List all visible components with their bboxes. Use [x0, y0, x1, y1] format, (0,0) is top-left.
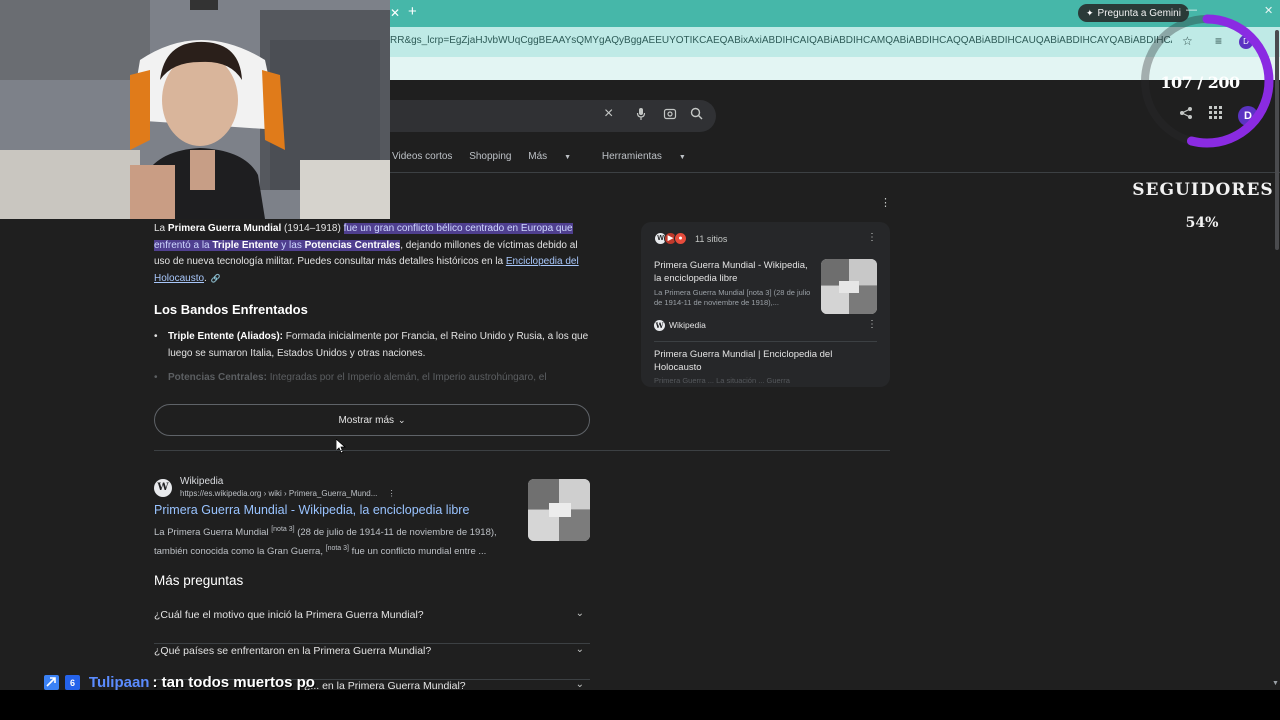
- footnote: [nota 3]: [325, 544, 349, 552]
- chevron-down-icon: ⌄: [575, 679, 584, 690]
- section-title: Los Bandos Enfrentados: [154, 302, 308, 317]
- hl-bold-1: Triple Entente: [212, 239, 279, 251]
- filter-short-videos[interactable]: Videos cortos: [392, 151, 452, 162]
- bullet-bold: Triple Entente (Aliados):: [168, 331, 284, 342]
- chat-username: Tulipaan: [88, 674, 150, 692]
- link-icon[interactable]: 🔗: [211, 271, 221, 288]
- mic-icon[interactable]: [636, 107, 646, 124]
- source-title[interactable]: Primera Guerra Mundial | Enciclopedia de…: [654, 348, 854, 374]
- webcam-overlay: [0, 0, 390, 219]
- intro-years: (1914–1918): [281, 223, 344, 234]
- more-questions-title: Más preguntas: [154, 573, 244, 588]
- bottom-bar: [0, 690, 1280, 720]
- followers-counter: 107 / 200: [1160, 73, 1240, 92]
- bullet-dot: •: [154, 331, 158, 342]
- source-thumbnail[interactable]: [821, 259, 877, 314]
- question-item[interactable]: ¿Cuál fue el motivo que inició la Primer…: [154, 608, 590, 644]
- source-site-name: Wikipedia: [669, 320, 706, 330]
- hl-bold-2: Potencias Centrales: [304, 239, 401, 251]
- show-more-button[interactable]: Mostrar más ⌄: [154, 404, 590, 436]
- followers-label: SEGUIDORES: [1132, 180, 1274, 200]
- result-title-link[interactable]: Primera Guerra Mundial - Wikipedia, la e…: [154, 503, 469, 517]
- site-icon: ●: [674, 232, 687, 245]
- wikipedia-icon: W: [154, 479, 172, 497]
- result-url[interactable]: https://es.wikipedia.org › wiki › Primer…: [180, 489, 396, 498]
- ai-overview-intro: La Primera Guerra Mundial (1914–1918) fu…: [154, 221, 584, 287]
- footnote: [nota 3]: [271, 526, 295, 533]
- search-icon[interactable]: [690, 107, 703, 123]
- chevron-down-icon: ⌄: [398, 415, 406, 425]
- question-text: ¿Cuál fue el motivo que inició la Primer…: [154, 609, 424, 621]
- kebab-icon[interactable]: ⋮: [880, 196, 891, 209]
- url-field[interactable]: RR&gs_lcrp=EgZjaHJvbWUqCggBEAAYsQMYgAQyB…: [390, 35, 1172, 46]
- result-thumbnail[interactable]: [528, 479, 590, 541]
- show-more-label: Mostrar más: [338, 415, 394, 426]
- filter-tools-label: Herramientas: [601, 151, 662, 162]
- source-title[interactable]: Primera Guerra Mundial - Wikipedia, la e…: [654, 259, 814, 285]
- question-text: ¿Qué países se enfrentaron en la Primera…: [154, 645, 432, 657]
- sparkle-icon: ✦: [1086, 8, 1094, 18]
- panel-divider: [654, 341, 877, 342]
- close-icon[interactable]: ✕: [390, 5, 400, 21]
- badge-icon: 6: [65, 675, 81, 691]
- list-item: • Triple Entente (Aliados): Formada inic…: [154, 329, 594, 362]
- filter-more[interactable]: Más ▼: [528, 151, 585, 162]
- cursor-icon: [336, 439, 346, 454]
- hl-text-2: y las: [278, 239, 305, 251]
- filter-more-label: Más: [528, 151, 548, 162]
- result-snippet: La Primera Guerra Mundial [nota 3] (28 d…: [154, 522, 514, 559]
- source-snippet: La Primera Guerra Mundial [nota 3] (28 d…: [654, 288, 811, 307]
- intro-end: .: [204, 272, 207, 284]
- result-url-text: https://es.wikipedia.org › wiki › Primer…: [180, 489, 378, 498]
- webcam-image: [0, 0, 390, 219]
- badge-icon: [44, 675, 59, 691]
- chevron-down-icon: ⌄: [575, 608, 584, 619]
- kebab-icon[interactable]: ⋮: [867, 232, 877, 243]
- search-box[interactable]: ×: [390, 100, 716, 132]
- section-divider: [154, 450, 890, 451]
- kebab-icon[interactable]: ⋮: [388, 489, 396, 498]
- intro-bold: Primera Guerra Mundial: [167, 223, 282, 234]
- scroll-down-icon[interactable]: ▼: [1272, 680, 1279, 687]
- source-favicons: W ▶ ●: [654, 232, 692, 246]
- filter-shopping[interactable]: Shopping: [469, 151, 511, 162]
- search-filters: Videos cortos Shopping Más ▼ Herramientas…: [392, 151, 714, 165]
- chat-text: : tan todos muertos po: [152, 674, 315, 692]
- intro-text: La: [154, 223, 168, 234]
- snippet-text: fue un conflicto mundial entre ...: [348, 545, 487, 557]
- result-site[interactable]: Wikipedia: [180, 476, 223, 487]
- scrollbar-thumb[interactable]: [1275, 30, 1279, 250]
- sources-panel: W ▶ ● 11 sitios ⋮ Primera Guerra Mundial…: [641, 222, 890, 387]
- svg-text:6: 6: [70, 678, 75, 688]
- sources-count[interactable]: 11 sitios: [695, 234, 727, 244]
- screen: ✕ + ✦ Pregunta a Gemini — ✕ RR&gs_lcrp=Eg…: [0, 0, 1280, 720]
- snippet-text: La Primera Guerra Mundial: [154, 527, 272, 539]
- lens-icon[interactable]: [663, 107, 677, 124]
- caret-down-icon: ▼: [564, 154, 572, 161]
- wikipedia-icon: W: [654, 320, 665, 331]
- plus-icon[interactable]: +: [408, 4, 417, 20]
- caret-down-icon: ▼: [678, 154, 686, 161]
- source-snippet: Primera Guerra ... La situación ... Guer…: [654, 376, 790, 385]
- followers-percent: 54%: [1185, 215, 1219, 231]
- kebab-icon[interactable]: ⋮: [867, 319, 877, 330]
- filter-tools[interactable]: Herramientas ▼: [602, 151, 700, 162]
- header-divider: [390, 172, 1280, 173]
- fade-overlay: [150, 380, 600, 402]
- chat-message: 6 Tulipaan: tan todos muertos po: [44, 674, 315, 694]
- source-site[interactable]: W Wikipedia: [654, 320, 706, 331]
- clear-search-icon[interactable]: ×: [604, 105, 613, 123]
- chevron-down-icon: ⌄: [575, 644, 584, 655]
